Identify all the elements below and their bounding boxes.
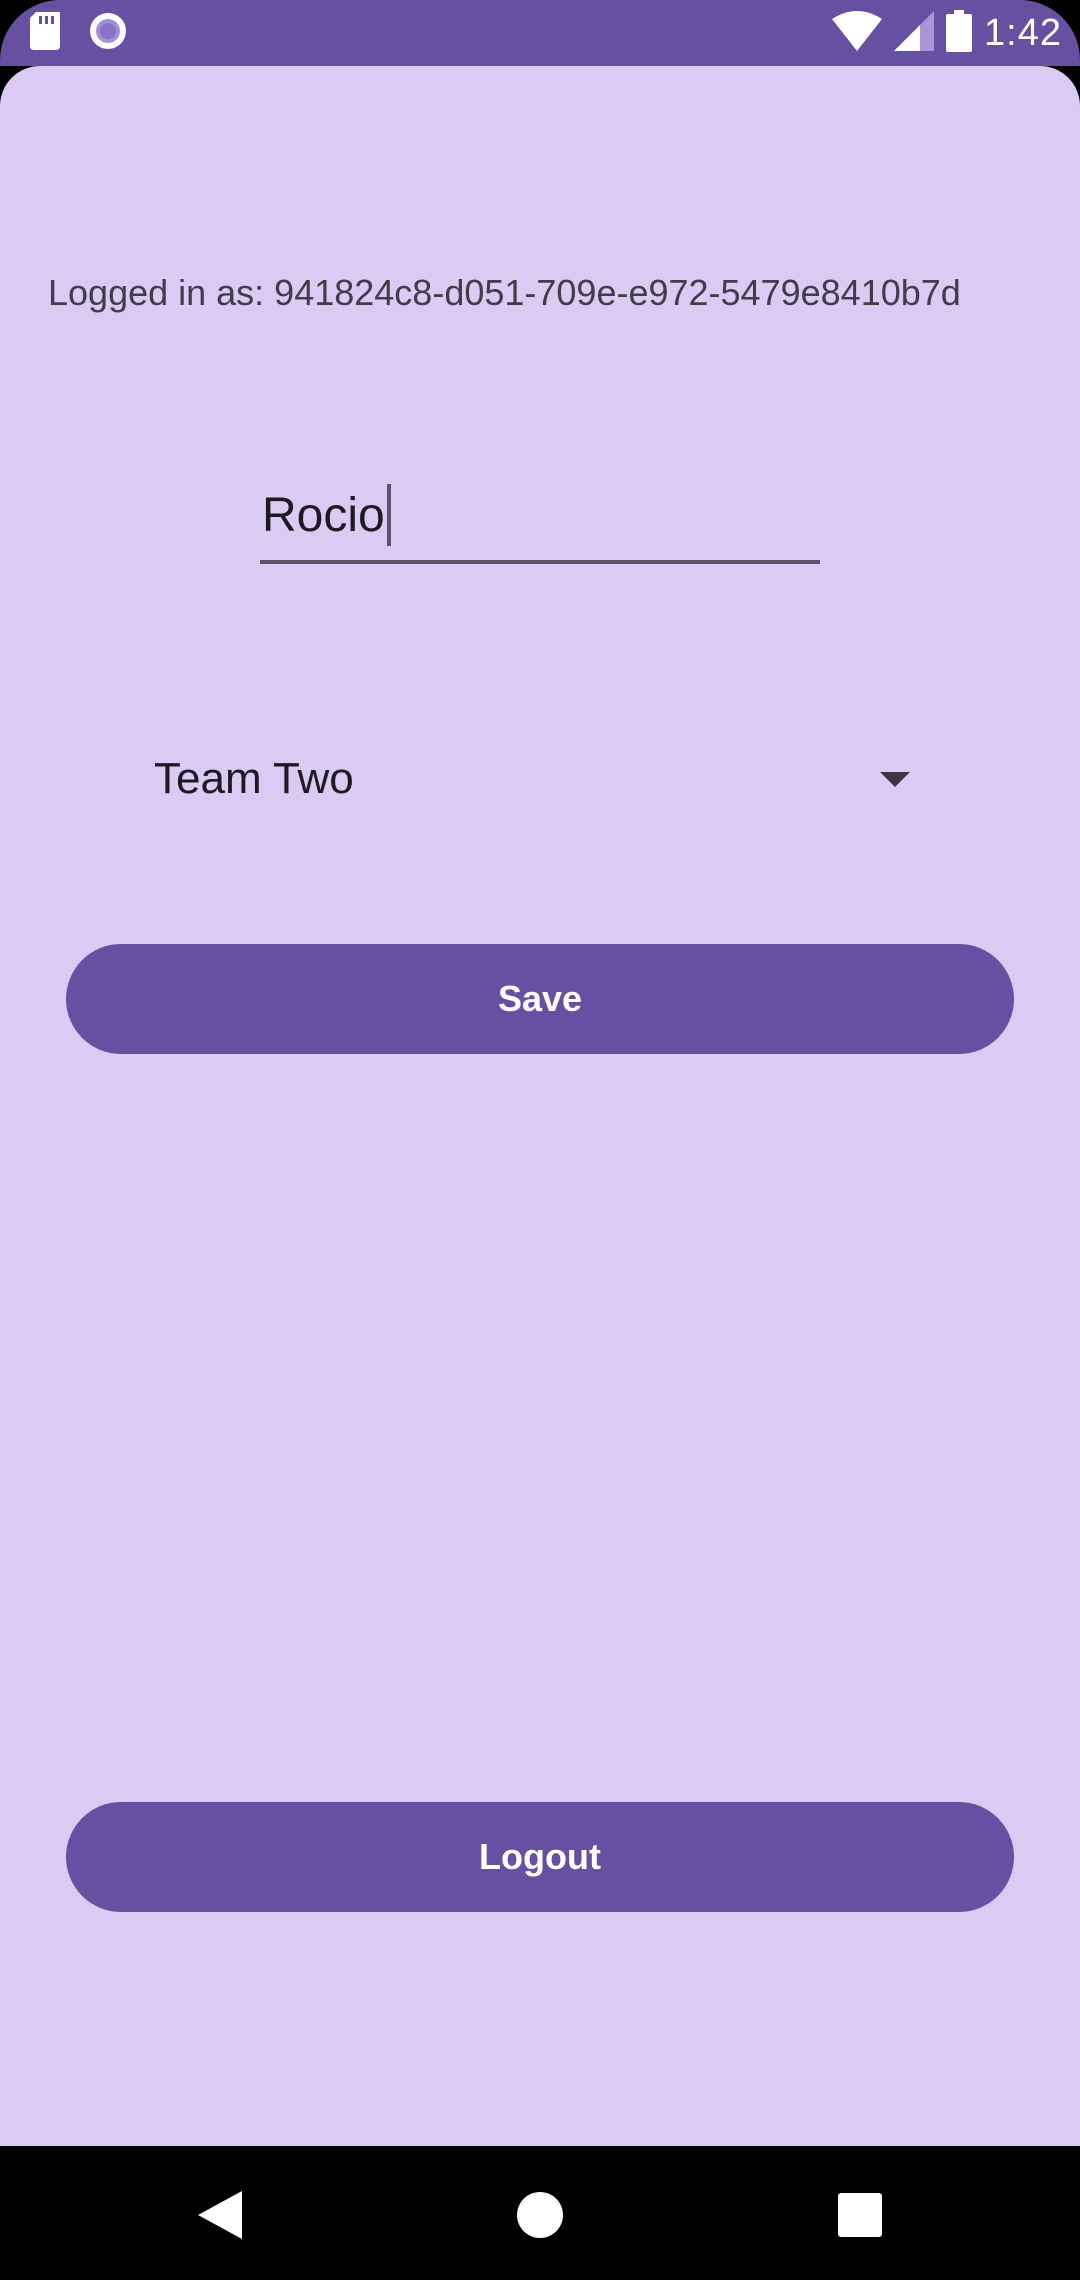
wifi-icon bbox=[832, 10, 883, 56]
logout-button-label: Logout bbox=[479, 1836, 601, 1877]
status-bar-right: 1:42 bbox=[832, 8, 1062, 58]
recents-icon[interactable] bbox=[815, 2170, 905, 2260]
name-input-value: Rocio bbox=[262, 488, 385, 542]
team-dropdown[interactable]: Team Two bbox=[150, 726, 910, 836]
text-cursor bbox=[386, 484, 391, 546]
back-icon[interactable] bbox=[175, 2170, 265, 2260]
home-icon[interactable] bbox=[495, 2170, 585, 2260]
name-input[interactable]: Rocio bbox=[260, 466, 820, 564]
record-icon bbox=[88, 11, 128, 56]
logged-in-label: Logged in as: 941824c8-d051-709e-e972-54… bbox=[48, 272, 961, 313]
save-button-label: Save bbox=[497, 978, 583, 1019]
battery-icon bbox=[946, 9, 973, 57]
status-bar: 1:42 bbox=[0, 0, 1080, 66]
device-frame: 1:42 Logged in as: 941824c8-d051-709e-e9… bbox=[0, 0, 1080, 2280]
sd-card-icon bbox=[30, 11, 60, 55]
navigation-bar bbox=[0, 2146, 1080, 2280]
cell-signal-icon bbox=[894, 10, 935, 56]
status-time: 1:42 bbox=[984, 11, 1062, 54]
name-input-value-wrap: Rocio bbox=[262, 484, 391, 546]
app-screen: Logged in as: 941824c8-d051-709e-e972-54… bbox=[0, 66, 1080, 2146]
team-dropdown-selected: Team Two bbox=[154, 754, 354, 803]
dropdown-arrow-icon bbox=[880, 772, 910, 787]
logout-button[interactable]: Logout bbox=[66, 1802, 1014, 1912]
save-button[interactable]: Save bbox=[66, 944, 1014, 1054]
status-bar-left bbox=[30, 10, 128, 56]
